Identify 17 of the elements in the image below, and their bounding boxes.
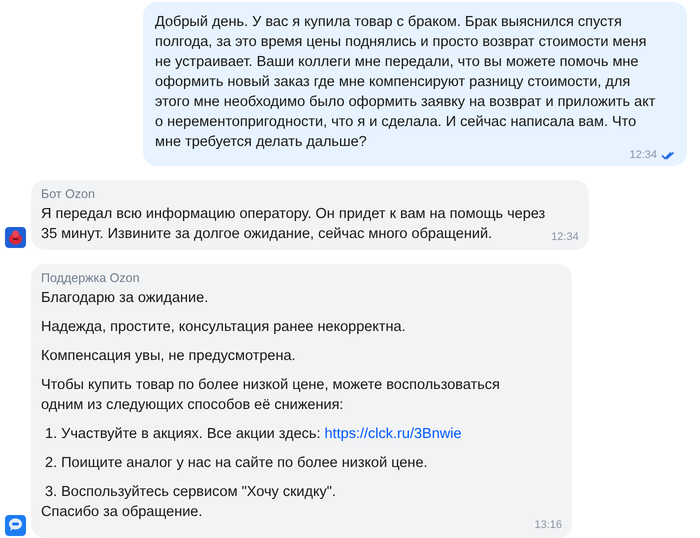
message-time: 13:16 <box>534 518 562 532</box>
message-text: Добрый день. У вас я купила товар с браком. Брак выяснился спустя полгода, за это время цены поднялись и просто возврат стоимости меня не устраивает. Ваши коллеги мне передали, что вы можете помочь мне оформить новый заказ где мне компенсируют разницу стоимости, для этого мне необходимо было оформить заявку на возврат и приложить акт о нерементопригодности, что я и сделала. И сейчас написала вам. Что мне требуется делать дальше? <box>155 13 656 150</box>
sender-name: Поддержка Ozon <box>41 270 140 287</box>
message-text: Спасибо за обращение. <box>41 504 202 520</box>
message-text: Чтобы купить товар по более низкой цене, можете воспользоваться одним из следующих способов её снижения: <box>41 377 500 413</box>
message-text: Я передал всю информацию оператору. Он придет к вам на помощь через 35 минут. Извините за долгое ожидание, сейчас много обращений. <box>41 205 546 244</box>
message-time: 12:34 <box>551 230 579 244</box>
list-item-text: 1. Участвуйте в акциях. Все акции здесь: <box>45 426 320 442</box>
message-text: Надежда, простите, консультация ранее некорректна. <box>41 319 406 335</box>
message-text: Компенсация увы, не предусмотрена. <box>41 348 296 364</box>
message-text: Благодарю за ожидание. <box>41 290 208 306</box>
list-item-text: 3. Воспользуйтесь сервисом "Хочу скидку". <box>45 484 336 500</box>
list-item-text: 2. Поищите аналог у нас на сайте по более низкой цене. <box>45 455 428 471</box>
sender-name: Бот Ozon <box>41 186 95 203</box>
message-time: 12:34 <box>629 148 657 162</box>
link[interactable]: https://clck.ru/3Bnwie <box>324 426 462 442</box>
chat-avatar-icon <box>5 515 26 536</box>
